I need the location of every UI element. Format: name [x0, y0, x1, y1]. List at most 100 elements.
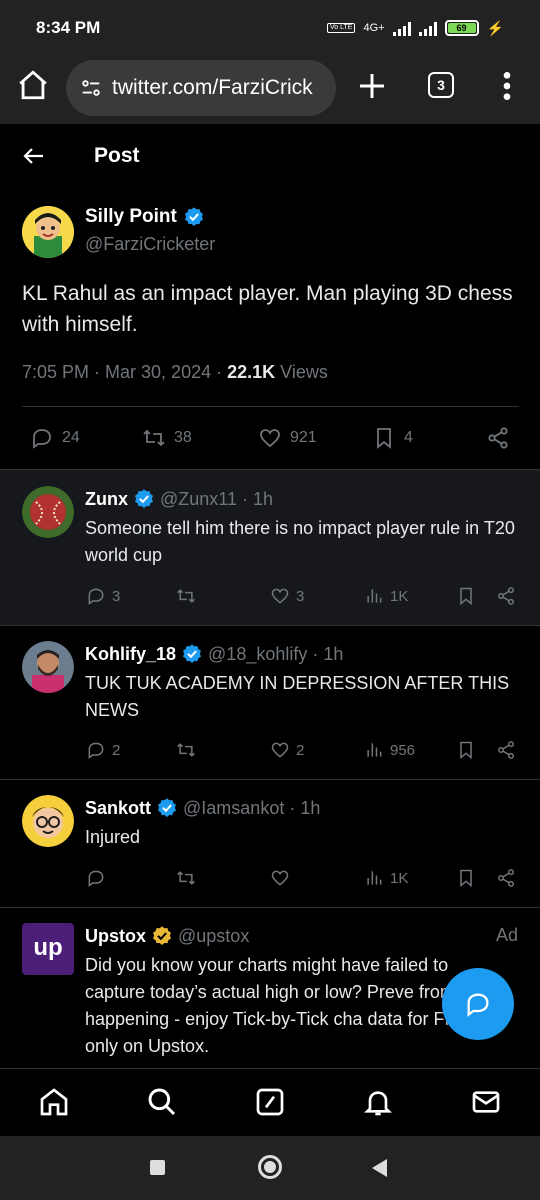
reply-count: 2 — [112, 741, 121, 759]
views-button[interactable]: 1K — [364, 868, 408, 888]
views-label: Views — [275, 362, 328, 382]
reply-button[interactable]: 24 — [30, 426, 80, 450]
reply-author[interactable]: Sankott @Iamsankot · 1h — [85, 797, 320, 819]
reply-author-name: Kohlify_18 — [85, 643, 177, 664]
like-button[interactable]: 2 — [270, 740, 304, 760]
reply-author[interactable]: Zunx @Zunx11 · 1h — [85, 488, 273, 510]
system-navigation-bar — [0, 1136, 540, 1200]
repost-icon — [177, 871, 195, 885]
browser-toolbar: twitter.com/FarziCrick 3 — [0, 56, 540, 124]
divider — [22, 406, 519, 407]
heart-icon — [260, 429, 280, 448]
repost-button[interactable]: 38 — [142, 426, 192, 450]
avatar[interactable] — [22, 486, 74, 538]
avatar[interactable] — [22, 641, 74, 693]
back-arrow-icon[interactable] — [22, 144, 46, 168]
battery-level: 69 — [447, 23, 476, 33]
repost-button[interactable] — [176, 868, 196, 888]
repost-button[interactable] — [176, 586, 196, 606]
like-button[interactable]: 3 — [270, 586, 304, 606]
bookmark-icon — [460, 587, 472, 606]
reply-text: TUK TUK ACADEMY IN DEPRESSION AFTER THIS… — [85, 673, 510, 720]
share-button[interactable] — [496, 586, 516, 606]
search-icon[interactable] — [146, 1086, 178, 1118]
share-button[interactable] — [496, 740, 516, 760]
reply-author-handle: @Iamsankot · 1h — [183, 797, 321, 818]
views-count[interactable]: 22.1K — [227, 362, 275, 382]
share-icon — [488, 427, 508, 449]
reply-text: Injured — [85, 827, 141, 847]
like-count: 921 — [290, 429, 317, 446]
views-button[interactable]: 1K — [364, 586, 408, 606]
notifications-bell-icon[interactable] — [362, 1086, 394, 1118]
like-count: 3 — [296, 587, 305, 605]
like-count: 2 — [296, 741, 305, 759]
tweet-meta: 7:05 PM · Mar 30, 2024 · 22.1K Views — [22, 362, 328, 383]
tab-switcher-button[interactable]: 3 — [428, 72, 454, 98]
charging-icon: ⚡ — [486, 19, 504, 36]
home-button[interactable] — [258, 1155, 282, 1179]
tweet-timestamp[interactable]: 7:05 PM · Mar 30, 2024 · — [22, 362, 227, 382]
compose-reply-button[interactable] — [442, 968, 514, 1040]
share-button[interactable] — [496, 868, 516, 888]
reply-author[interactable]: Upstox @upstox — [85, 925, 249, 947]
bookmark-button[interactable]: 4 — [372, 426, 413, 450]
more-menu-icon[interactable] — [500, 70, 514, 102]
verified-badge-icon — [184, 207, 203, 226]
address-bar[interactable]: twitter.com/FarziCrick — [66, 60, 336, 116]
bookmark-icon — [460, 741, 472, 760]
reply-author-handle: @18_kohlify · 1h — [208, 643, 344, 664]
avatar[interactable] — [22, 795, 74, 847]
repost-count: 38 — [174, 429, 192, 446]
bookmark-button[interactable] — [456, 868, 476, 888]
messages-envelope-icon[interactable] — [470, 1086, 502, 1118]
grok-icon[interactable] — [254, 1086, 286, 1118]
upstox-logo[interactable]: up — [22, 923, 74, 975]
network-type: 4G+ — [363, 22, 385, 34]
views-count: 1K — [390, 587, 409, 605]
bookmark-button[interactable] — [456, 740, 476, 760]
reply-button[interactable]: 2 — [86, 740, 120, 760]
site-settings-icon[interactable] — [80, 77, 102, 99]
author-name[interactable]: Silly Point — [85, 206, 205, 228]
views-button[interactable]: 956 — [364, 740, 415, 760]
avatar[interactable] — [22, 206, 74, 258]
author-name-text: Silly Point — [85, 206, 177, 227]
repost-button[interactable] — [176, 740, 196, 760]
reply-author-name: Sankott — [85, 797, 152, 818]
like-button[interactable]: 921 — [258, 426, 317, 450]
verified-badge-icon — [135, 489, 153, 508]
bottom-navigation — [0, 1068, 540, 1136]
recents-button[interactable] — [150, 1160, 165, 1175]
views-chart-icon — [367, 743, 382, 757]
author-handle[interactable]: @FarziCricketer — [85, 234, 215, 255]
bookmark-count: 4 — [404, 429, 413, 446]
home-icon[interactable] — [16, 68, 50, 102]
repost-icon — [177, 743, 195, 757]
reply-tweet[interactable]: Sankott @Iamsankot · 1h Injured 1K — [0, 779, 540, 907]
bookmark-icon — [377, 428, 391, 449]
url-text: twitter.com/FarziCrick — [112, 76, 313, 99]
post-header: Post — [0, 124, 540, 188]
reply-tweet[interactable]: Zunx @Zunx11 · 1h Someone tell him there… — [0, 469, 540, 625]
reply-tweet[interactable]: Kohlify_18 @18_kohlify · 1h TUK TUK ACAD… — [0, 625, 540, 779]
status-time: 8:34 PM — [36, 18, 101, 37]
repost-icon — [143, 429, 165, 447]
bookmark-icon — [460, 869, 472, 888]
heart-icon — [271, 742, 289, 758]
home-icon[interactable] — [38, 1086, 70, 1118]
bookmark-button[interactable] — [456, 586, 476, 606]
heart-icon — [271, 870, 289, 886]
new-tab-icon[interactable] — [356, 70, 388, 102]
like-button[interactable] — [270, 868, 290, 888]
reply-author[interactable]: Kohlify_18 @18_kohlify · 1h — [85, 643, 343, 665]
heart-icon — [271, 588, 289, 604]
reply-button[interactable] — [86, 868, 106, 888]
share-icon — [497, 869, 515, 887]
reply-button[interactable]: 3 — [86, 586, 120, 606]
repost-icon — [177, 589, 195, 603]
share-button[interactable] — [486, 426, 510, 450]
reply-icon — [88, 742, 104, 759]
tweet-text: KL Rahul as an impact player. Man playin… — [22, 282, 513, 336]
back-button[interactable] — [372, 1159, 387, 1177]
